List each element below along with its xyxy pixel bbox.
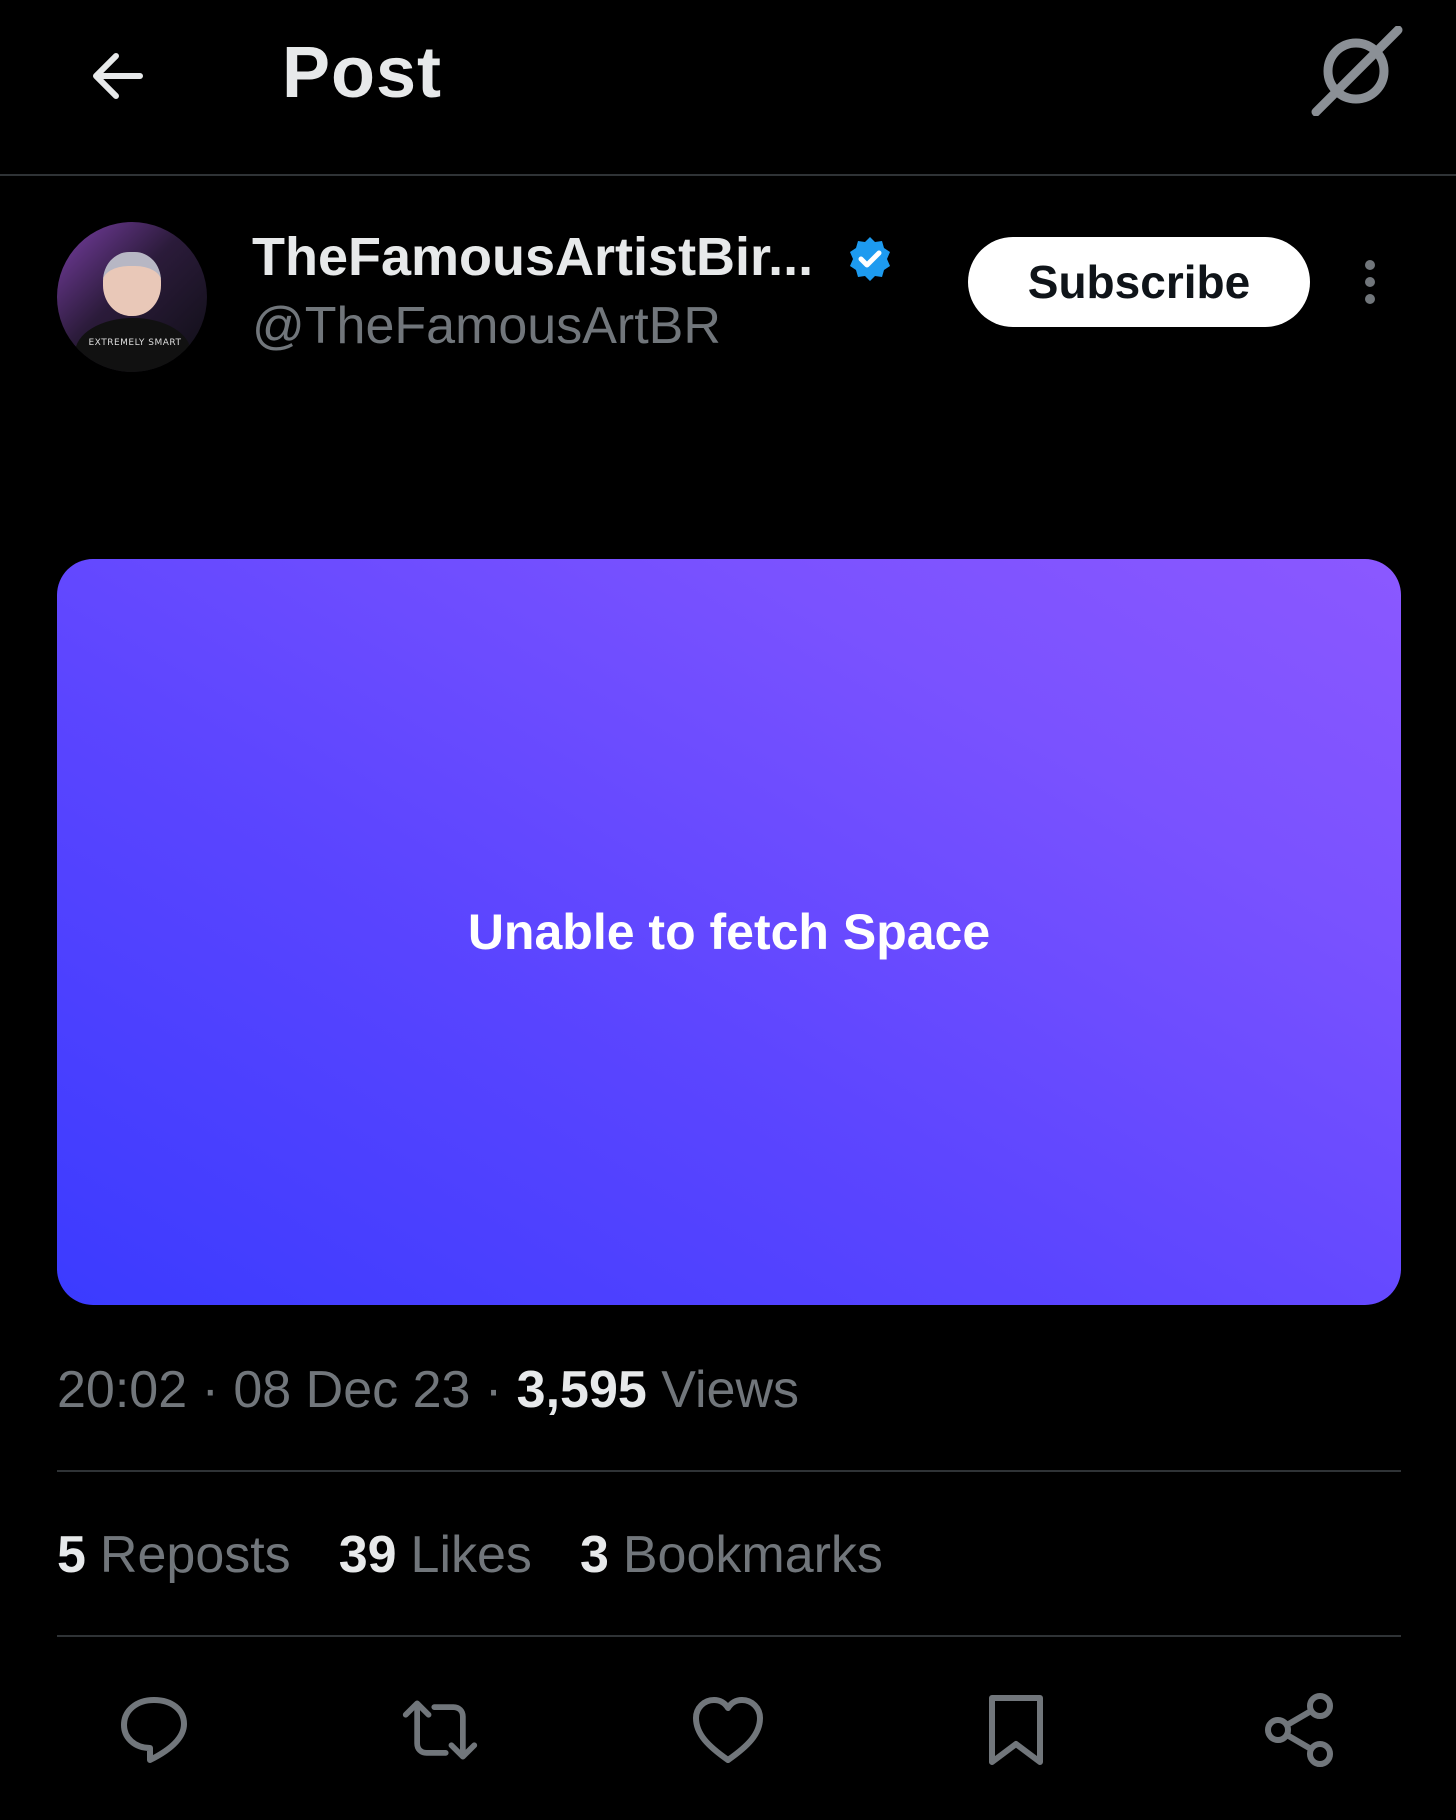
likes-stat[interactable]: 39 Likes <box>339 1525 532 1585</box>
author-display-name[interactable]: TheFamousArtistBir... <box>252 226 813 288</box>
divider <box>57 1470 1401 1472</box>
more-vertical-icon <box>1365 260 1375 270</box>
post-screen: Post EXTREMELY SMART TheFamousArtistBir.… <box>0 0 1456 1820</box>
share-button[interactable] <box>1260 1690 1340 1770</box>
back-arrow-icon <box>93 53 143 99</box>
meta-separator: · <box>201 1361 219 1419</box>
page-title: Post <box>282 33 443 113</box>
reposts-label: Reposts <box>99 1526 291 1584</box>
repost-icon <box>402 1700 478 1760</box>
repost-button[interactable] <box>400 1690 480 1770</box>
space-card[interactable]: Unable to fetch Space <box>57 559 1401 1305</box>
more-dot <box>1365 277 1375 287</box>
space-card-message: Unable to fetch Space <box>467 904 991 960</box>
subscribe-button[interactable]: Subscribe <box>968 237 1310 327</box>
bookmark-icon <box>989 1695 1043 1765</box>
more-options-button[interactable] <box>1350 250 1390 314</box>
bookmark-button[interactable] <box>976 1690 1056 1770</box>
bookmarks-count: 3 <box>579 1526 609 1584</box>
post-meta: 20:02 · 08 Dec 23 · 3,595 Views <box>57 1360 799 1420</box>
likes-label: Likes <box>410 1526 532 1584</box>
avatar-shirt-text: EXTREMELY SMART <box>88 338 182 348</box>
post-date: 08 Dec 23 <box>233 1361 471 1419</box>
engagement-stats: 5 Reposts 39 Likes 3 Bookmarks <box>57 1525 883 1585</box>
verified-badge-icon <box>850 237 890 281</box>
grok-icon <box>1311 26 1403 116</box>
avatar-face <box>103 252 161 316</box>
meta-separator: · <box>484 1361 503 1419</box>
share-icon <box>1265 1693 1333 1767</box>
grok-button[interactable] <box>1306 26 1406 116</box>
bookmarks-stat[interactable]: 3 Bookmarks <box>580 1525 883 1585</box>
back-button[interactable] <box>78 36 158 116</box>
author-handle[interactable]: @TheFamousArtBR <box>252 296 721 356</box>
bookmarks-label: Bookmarks <box>622 1526 883 1584</box>
avatar[interactable]: EXTREMELY SMART <box>57 222 207 372</box>
top-bar: Post <box>0 0 1456 176</box>
reply-button[interactable] <box>114 1690 194 1770</box>
views-count: 3,595 <box>516 1361 647 1419</box>
like-icon <box>693 1697 763 1763</box>
like-button[interactable] <box>688 1690 768 1770</box>
reposts-count: 5 <box>57 1526 86 1584</box>
post-time: 20:02 <box>57 1361 188 1419</box>
more-dot <box>1365 294 1375 304</box>
reposts-stat[interactable]: 5 Reposts <box>57 1525 291 1585</box>
divider <box>57 1635 1401 1637</box>
views-label: Views <box>661 1361 800 1419</box>
likes-count: 39 <box>338 1526 397 1584</box>
reply-icon <box>121 1697 187 1763</box>
